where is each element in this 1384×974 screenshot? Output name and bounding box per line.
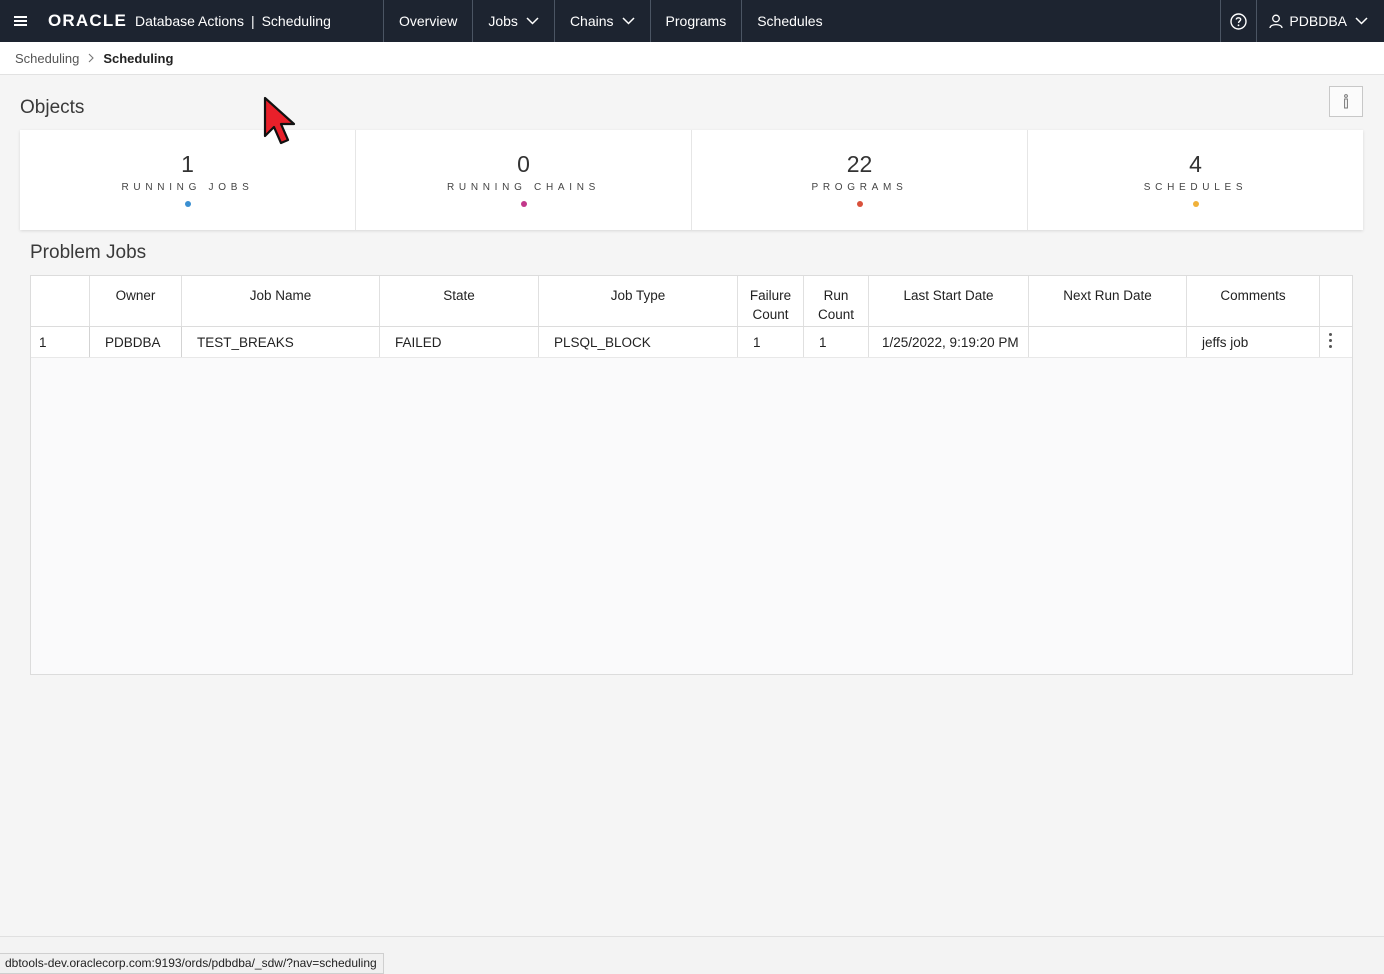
- column-header-owner[interactable]: Owner: [90, 276, 182, 326]
- info-icon: [1344, 94, 1348, 109]
- objects-cards: 1 RUNNING JOBS 0 RUNNING CHAINS 22 PROGR…: [20, 130, 1363, 230]
- card-value: 4: [1189, 151, 1202, 177]
- cell-failure-count: 1: [738, 327, 804, 357]
- column-header-row-number: [31, 276, 90, 326]
- user-name: PDBDBA: [1289, 13, 1347, 29]
- column-header-actions: [1320, 276, 1346, 326]
- nav-programs[interactable]: Programs: [649, 0, 742, 42]
- nav-right: PDBDBA: [1220, 0, 1384, 42]
- problem-jobs-table: Owner Job Name State Job Type Failure Co…: [30, 275, 1353, 675]
- cell-last-start-date: 1/25/2022, 9:19:20 PM: [869, 327, 1029, 357]
- nav-schedules-label: Schedules: [757, 13, 823, 29]
- card-value: 22: [846, 151, 873, 177]
- card-value: 0: [517, 151, 530, 177]
- column-header-run-count[interactable]: Run Count: [804, 276, 869, 326]
- card-dot: [520, 201, 527, 207]
- cell-comments: jeffs job: [1187, 327, 1320, 357]
- chevron-down-icon: [622, 17, 635, 25]
- card-label: PROGRAMS: [811, 182, 908, 193]
- menu-icon[interactable]: [0, 0, 40, 42]
- table-row[interactable]: 1 PDBDBA TEST_BREAKS FAILED PLSQL_BLOCK …: [31, 327, 1352, 358]
- column-header-job-type[interactable]: Job Type: [539, 276, 738, 326]
- cell-owner: PDBDBA: [90, 327, 182, 357]
- nav-jobs-label: Jobs: [488, 13, 518, 29]
- column-header-failure-count[interactable]: Failure Count: [738, 276, 804, 326]
- section-name: Scheduling: [261, 13, 331, 29]
- info-button[interactable]: [1329, 86, 1363, 117]
- breadcrumb-parent[interactable]: Scheduling: [15, 51, 79, 66]
- cell-state: FAILED: [380, 327, 539, 357]
- card-label: RUNNING JOBS: [121, 182, 254, 193]
- row-number: 1: [31, 327, 90, 357]
- card-schedules[interactable]: 4 SCHEDULES: [1028, 130, 1363, 230]
- card-running-jobs[interactable]: 1 RUNNING JOBS: [20, 130, 356, 230]
- cell-run-count: 1: [804, 327, 869, 357]
- card-value: 1: [181, 151, 194, 177]
- oracle-logo: ORACLE: [48, 11, 127, 30]
- cell-job-name: TEST_BREAKS: [182, 327, 380, 357]
- chevron-right-icon: [88, 51, 95, 66]
- nav-chains-label: Chains: [569, 13, 614, 29]
- cell-next-run-date: [1029, 327, 1187, 357]
- cell-job-type: PLSQL_BLOCK: [539, 327, 738, 357]
- nav-chains[interactable]: Chains: [553, 0, 650, 42]
- card-label: SCHEDULES: [1143, 182, 1248, 193]
- status-url: dbtools-dev.oraclecorp.com:9193/ords/pdb…: [0, 953, 384, 974]
- user-menu[interactable]: PDBDBA: [1257, 0, 1384, 42]
- objects-title: Objects: [20, 97, 85, 118]
- product-name: Database Actions: [134, 13, 244, 29]
- column-header-job-name[interactable]: Job Name: [182, 276, 380, 326]
- chevron-down-icon: [1355, 17, 1368, 25]
- mouse-cursor-icon: [263, 96, 296, 145]
- nav-overview-label: Overview: [399, 13, 458, 29]
- card-running-chains[interactable]: 0 RUNNING CHAINS: [356, 130, 692, 230]
- problem-jobs-title: Problem Jobs: [30, 242, 147, 263]
- nav-programs-label: Programs: [665, 13, 727, 29]
- brand-separator: |: [250, 13, 255, 29]
- top-navigation-bar: ORACLE Database Actions | Scheduling Ove…: [0, 0, 1384, 42]
- help-button[interactable]: [1220, 0, 1258, 42]
- kebab-menu-icon: [1329, 333, 1346, 348]
- column-header-next-run-date[interactable]: Next Run Date: [1029, 276, 1187, 326]
- breadcrumb-current: Scheduling: [103, 50, 174, 66]
- user-icon: [1269, 14, 1284, 28]
- nav-jobs[interactable]: Jobs: [472, 0, 554, 42]
- nav-overview[interactable]: Overview: [383, 0, 472, 42]
- column-header-last-start-date[interactable]: Last Start Date: [869, 276, 1029, 326]
- help-icon: [1230, 12, 1248, 30]
- card-label: RUNNING CHAINS: [446, 182, 601, 193]
- breadcrumb: Scheduling Scheduling: [0, 42, 1384, 75]
- card-dot: [184, 201, 191, 207]
- brand: ORACLE Database Actions | Scheduling: [40, 0, 383, 42]
- column-header-comments[interactable]: Comments: [1187, 276, 1320, 326]
- card-programs[interactable]: 22 PROGRAMS: [692, 130, 1028, 230]
- chevron-down-icon: [526, 17, 539, 25]
- row-actions-button[interactable]: [1320, 327, 1346, 357]
- column-header-state[interactable]: State: [380, 276, 539, 326]
- card-dot: [1192, 201, 1199, 207]
- table-header: Owner Job Name State Job Type Failure Co…: [31, 276, 1352, 327]
- nav-schedules[interactable]: Schedules: [741, 0, 837, 42]
- card-dot: [856, 201, 863, 207]
